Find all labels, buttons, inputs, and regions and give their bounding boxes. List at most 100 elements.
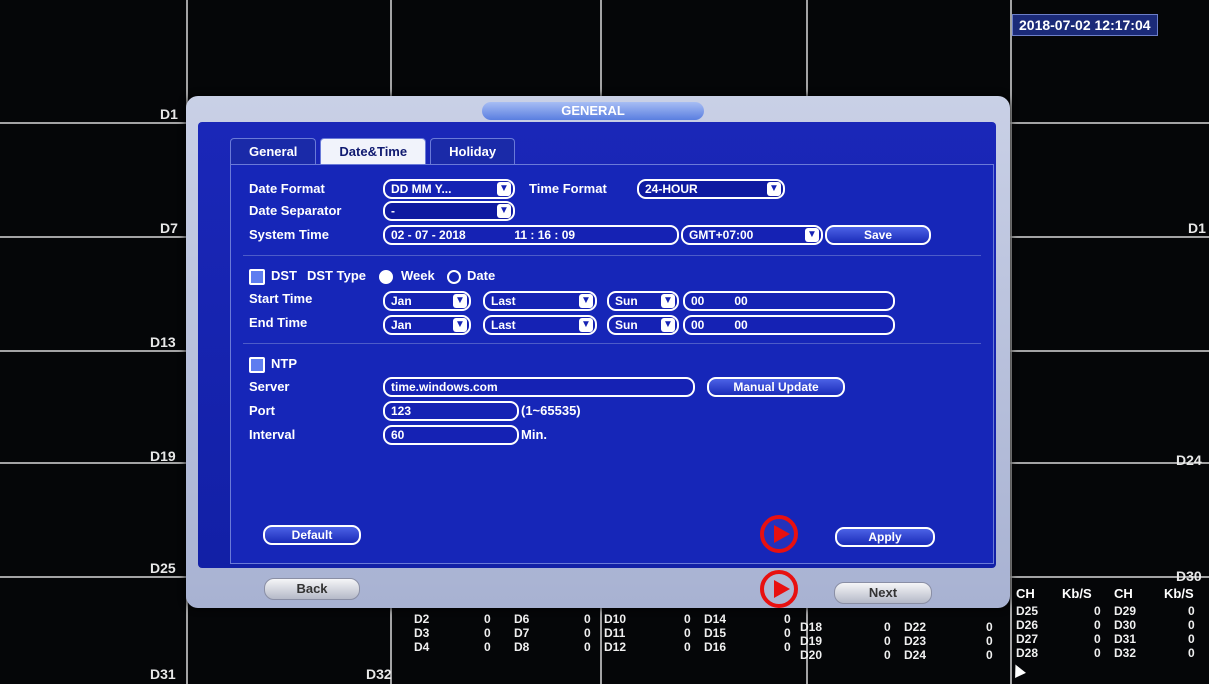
stat-value: 0 — [684, 626, 691, 640]
server-label: Server — [249, 379, 290, 394]
stat-ch: D12 — [604, 640, 627, 654]
stat-ch: D28 — [1016, 646, 1039, 660]
date-format-label: Date Format — [249, 181, 325, 196]
chevron-down-icon: ▼ — [497, 182, 511, 196]
start-time-field[interactable]: 00 00 — [683, 291, 895, 311]
week-radio[interactable] — [379, 270, 393, 284]
stats-group-3: D18 0 D22 0 D19 0 D23 0 D20 0 D24 0 — [800, 620, 993, 662]
channel-label: D24 — [1176, 452, 1202, 468]
end-month-value: Jan — [391, 318, 412, 332]
stats-header-ch: CH — [1016, 586, 1035, 601]
port-label: Port — [249, 403, 275, 418]
stat-ch: D18 — [800, 620, 823, 634]
start-time-label: Start Time — [249, 291, 313, 306]
stat-value: 0 — [684, 640, 691, 654]
stat-value: 0 — [784, 640, 791, 654]
tab-bar: General Date&Time Holiday — [230, 138, 519, 165]
date-time-panel: Date Format DD MM Y... ▼ Time Format 24-… — [230, 164, 994, 564]
start-day-select[interactable]: Sun ▼ — [607, 291, 679, 311]
tab-general[interactable]: General — [230, 138, 317, 165]
tab-holiday[interactable]: Holiday — [430, 138, 516, 165]
dst-checkbox[interactable] — [249, 269, 265, 285]
stat-ch: D20 — [800, 648, 823, 662]
stat-value: 0 — [784, 612, 791, 626]
next-button[interactable]: Next — [834, 582, 932, 604]
stat-ch: D16 — [704, 640, 727, 654]
chevron-down-icon: ▼ — [767, 182, 781, 196]
chevron-down-icon: ▼ — [453, 294, 467, 308]
stats-group-4: D25 0 D29 0 D26 0 D30 0 D27 0 D31 0 D28 0 D32 0 — [1016, 604, 1195, 660]
divider — [243, 343, 981, 344]
stat-value: 0 — [1188, 632, 1195, 646]
stat-ch: D30 — [1114, 618, 1137, 632]
date-format-select[interactable]: DD MM Y... ▼ — [383, 179, 515, 199]
back-button[interactable]: Back — [264, 578, 360, 600]
apply-button[interactable]: Apply — [835, 527, 935, 547]
date-radio-label: Date — [467, 268, 496, 283]
system-clock-value: 11 : 16 : 09 — [514, 228, 576, 242]
stat-value: 0 — [484, 626, 491, 640]
stat-value: 0 — [584, 640, 591, 654]
channel-label: D32 — [366, 666, 392, 682]
stat-ch: D10 — [604, 612, 627, 626]
ntp-checkbox[interactable] — [249, 357, 265, 373]
chevron-down-icon: ▼ — [661, 318, 675, 332]
save-button[interactable]: Save — [825, 225, 931, 245]
stat-value: 0 — [1094, 618, 1101, 632]
stat-value: 0 — [484, 612, 491, 626]
start-week-select[interactable]: Last ▼ — [483, 291, 597, 311]
tab-date-time[interactable]: Date&Time — [320, 138, 427, 165]
week-label: Week — [401, 268, 435, 283]
default-button[interactable]: Default — [263, 525, 361, 545]
channel-label: D7 — [160, 220, 178, 236]
date-separator-label: Date Separator — [249, 203, 342, 218]
stat-value: 0 — [1188, 604, 1195, 618]
end-day-value: Sun — [615, 318, 638, 332]
stats-header-ch: CH — [1114, 586, 1133, 601]
stat-ch: D23 — [904, 634, 927, 648]
port-range-hint: (1~65535) — [521, 403, 581, 418]
system-clock: 2018-07-02 12:17:04 — [1012, 14, 1158, 36]
chevron-down-icon: ▼ — [497, 204, 511, 218]
stat-value: 0 — [784, 626, 791, 640]
system-time-field[interactable]: 02 - 07 - 2018 11 : 16 : 09 — [383, 225, 679, 245]
end-week-value: Last — [491, 318, 516, 332]
end-month-select[interactable]: Jan ▼ — [383, 315, 471, 335]
highlight-marker-icon — [760, 570, 798, 608]
stat-value: 0 — [884, 634, 891, 648]
end-week-select[interactable]: Last ▼ — [483, 315, 597, 335]
end-time-label: End Time — [249, 315, 308, 330]
end-time-field[interactable]: 00 00 — [683, 315, 895, 335]
interval-input[interactable]: 60 — [383, 425, 519, 445]
stat-value: 0 — [684, 612, 691, 626]
stat-value: 0 — [986, 634, 993, 648]
manual-update-button[interactable]: Manual Update — [707, 377, 845, 397]
channel-label: D30 — [1176, 568, 1202, 584]
date-radio[interactable] — [447, 270, 461, 284]
system-date-value: 02 - 07 - 2018 — [391, 228, 466, 242]
stat-ch: D24 — [904, 648, 927, 662]
system-time-label: System Time — [249, 227, 329, 242]
time-format-select[interactable]: 24-HOUR ▼ — [637, 179, 785, 199]
stat-value: 0 — [584, 612, 591, 626]
stat-value: 0 — [884, 620, 891, 634]
chevron-down-icon: ▼ — [579, 294, 593, 308]
end-day-select[interactable]: Sun ▼ — [607, 315, 679, 335]
stat-ch: D25 — [1016, 604, 1039, 618]
timezone-value: GMT+07:00 — [689, 228, 754, 242]
dst-label: DST — [271, 268, 297, 283]
highlight-marker-icon — [760, 515, 798, 553]
date-separator-select[interactable]: - ▼ — [383, 201, 515, 221]
stat-ch: D19 — [800, 634, 823, 648]
timezone-select[interactable]: GMT+07:00 ▼ — [681, 225, 823, 245]
server-input[interactable]: time.windows.com — [383, 377, 695, 397]
chevron-down-icon: ▼ — [453, 318, 467, 332]
stat-ch: D31 — [1114, 632, 1137, 646]
port-input[interactable]: 123 — [383, 401, 519, 421]
chevron-down-icon: ▼ — [805, 228, 819, 242]
stat-value: 0 — [1188, 618, 1195, 632]
stats-header-kbs: Kb/S — [1164, 586, 1194, 601]
start-month-select[interactable]: Jan ▼ — [383, 291, 471, 311]
channel-label: D13 — [150, 334, 176, 350]
stat-ch: D29 — [1114, 604, 1137, 618]
